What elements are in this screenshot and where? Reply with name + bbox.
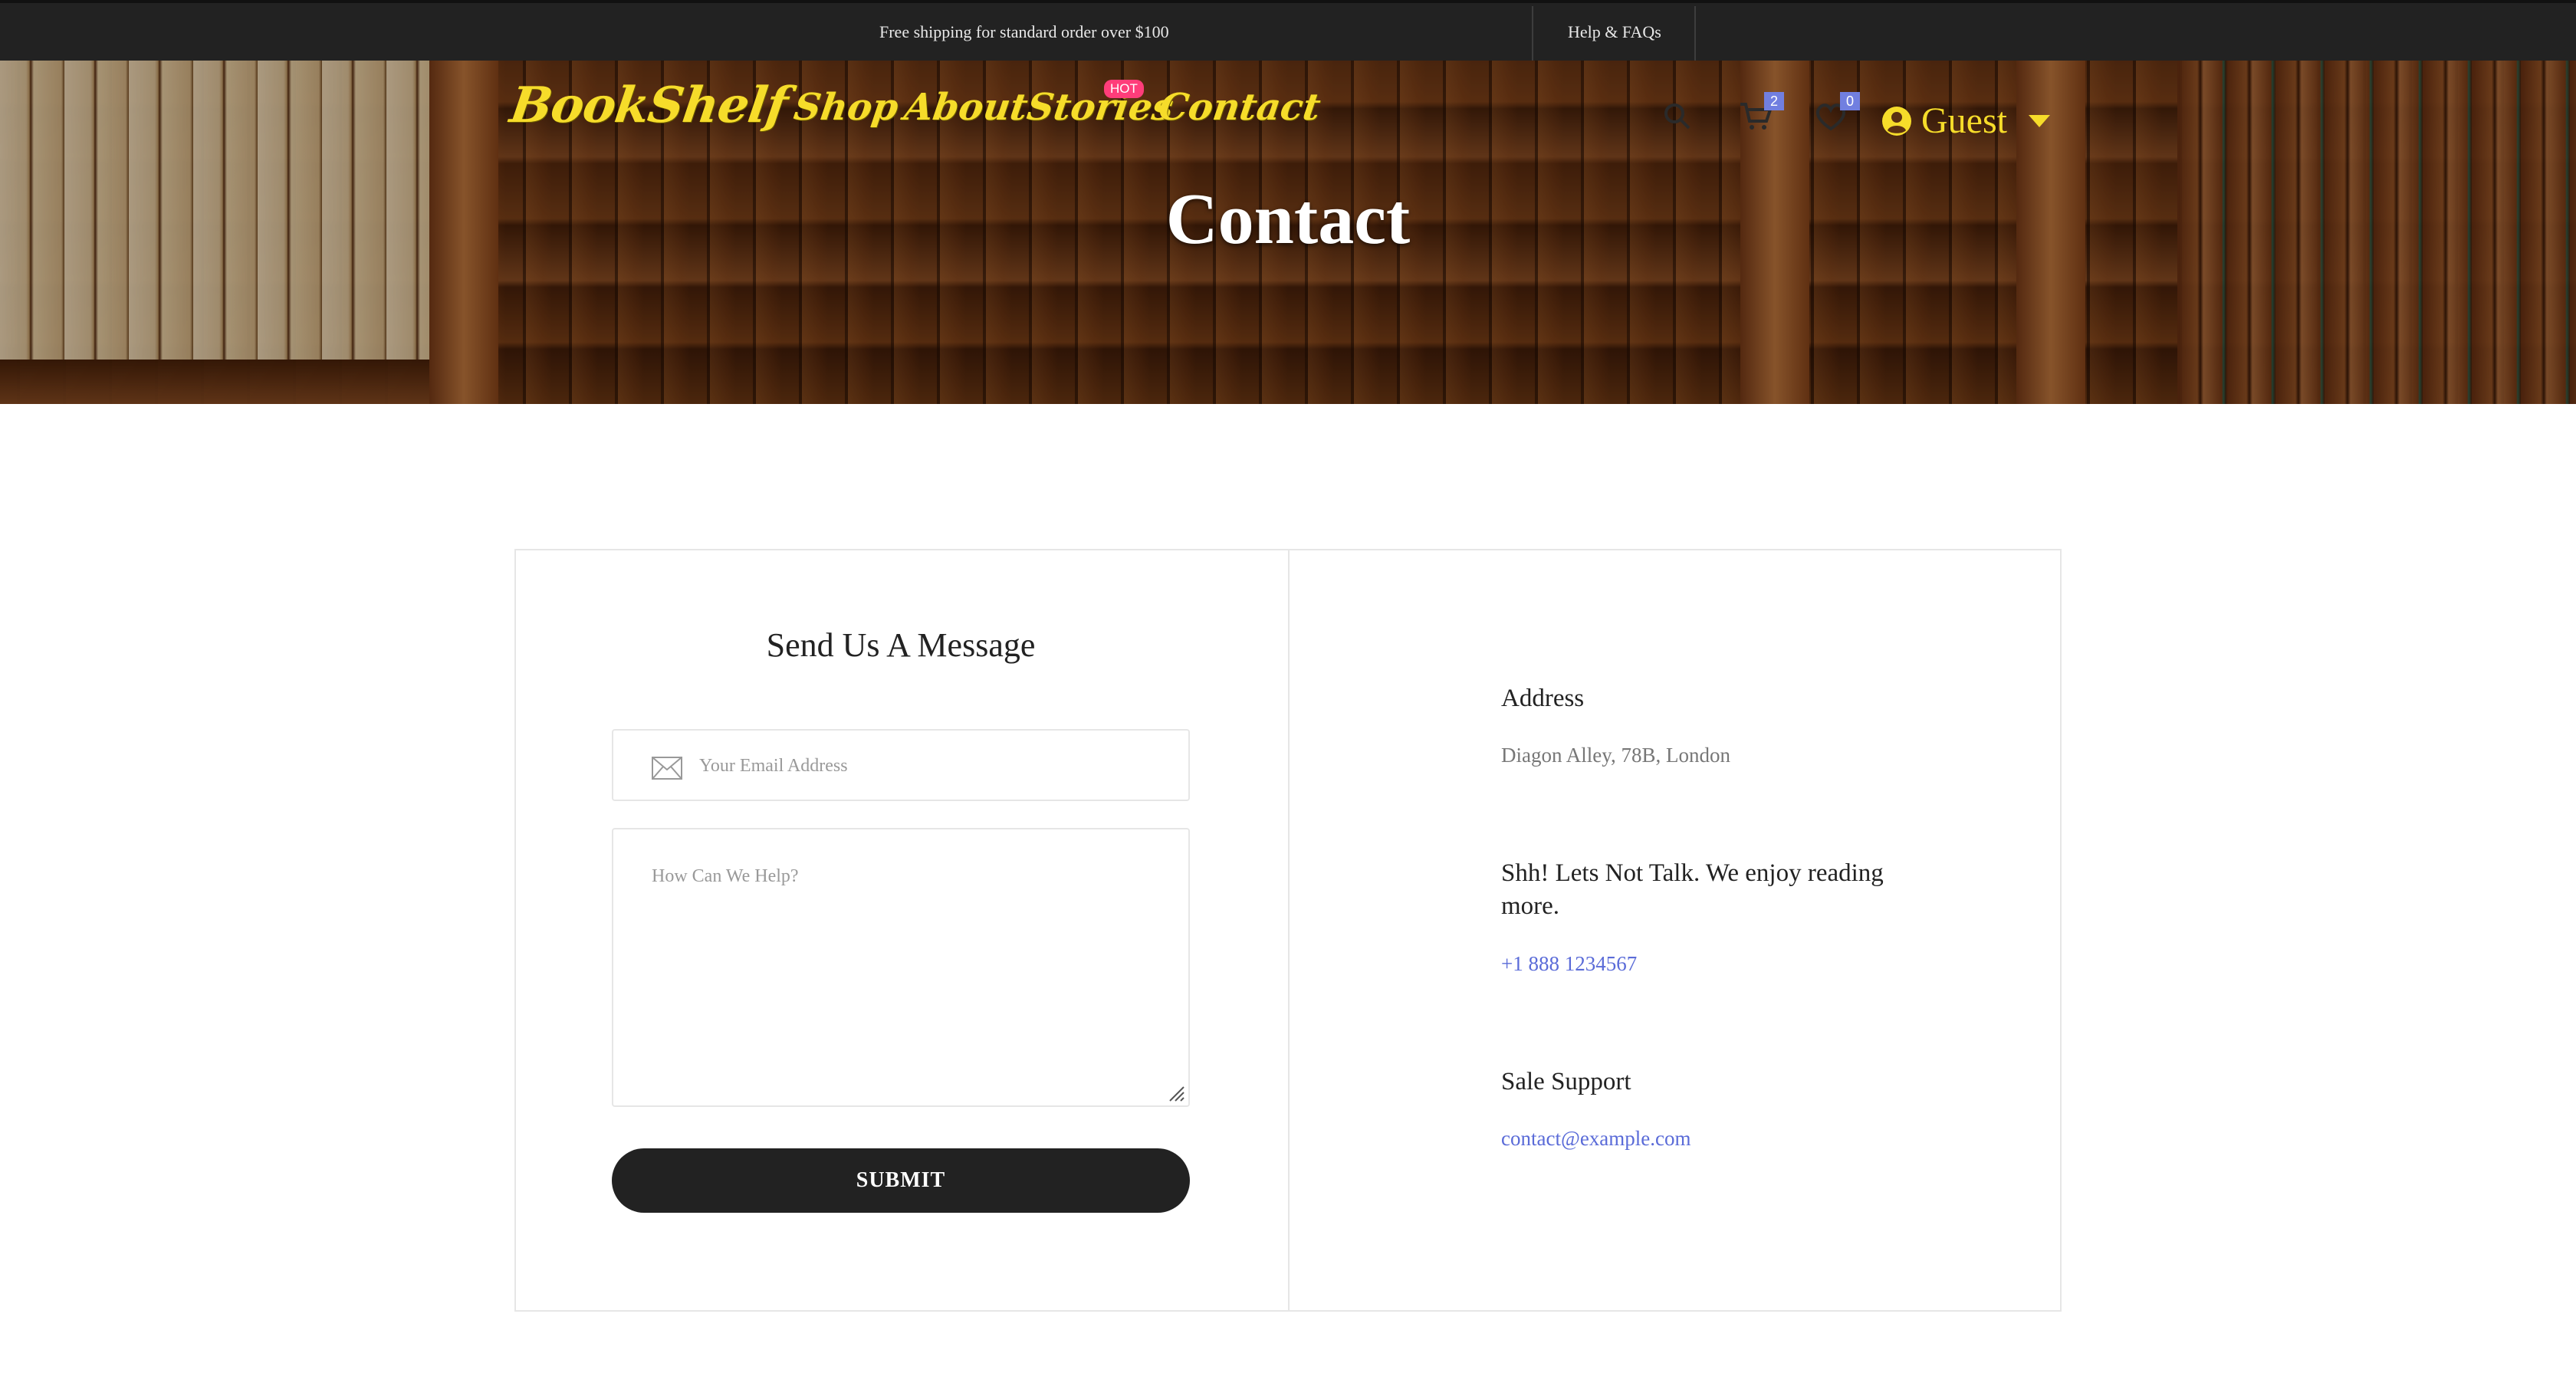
sale-support-heading: Sale Support bbox=[1501, 1068, 1631, 1095]
site-logo[interactable]: BookShelf bbox=[507, 77, 791, 134]
talk-heading: Shh! Lets Not Talk. We enjoy reading mor… bbox=[1501, 859, 1884, 920]
caret-down-icon bbox=[2028, 114, 2050, 127]
divider bbox=[1694, 6, 1696, 63]
email-input[interactable] bbox=[699, 749, 1159, 783]
divider bbox=[1532, 6, 1533, 63]
hot-badge: HOT bbox=[1104, 80, 1144, 98]
help-faqs-link[interactable]: Help & FAQs bbox=[1568, 22, 1661, 42]
envelope-icon bbox=[652, 757, 682, 780]
wishlist-count-badge: 0 bbox=[1840, 92, 1860, 110]
nav-shop[interactable]: Shop bbox=[791, 86, 901, 129]
page-title: Contact bbox=[1165, 179, 1411, 259]
form-title-text: Send Us A Message bbox=[766, 626, 1036, 664]
search-icon[interactable] bbox=[1662, 101, 1700, 140]
cart-count-badge: 2 bbox=[1764, 92, 1784, 110]
phone-link[interactable]: +1 888 1234567 bbox=[1501, 952, 1637, 976]
message-field-wrapper bbox=[612, 828, 1190, 1107]
account-label: Guest bbox=[1921, 100, 2007, 141]
support-email-link[interactable]: contact@example.com bbox=[1501, 1127, 1691, 1151]
nav-about[interactable]: About bbox=[902, 86, 1030, 129]
address-heading: Address bbox=[1501, 685, 1585, 712]
top-bar: Free shipping for standard order over $1… bbox=[0, 0, 2576, 63]
submit-button[interactable]: SUBMIT bbox=[612, 1148, 1190, 1213]
nav-contact[interactable]: Contact bbox=[1156, 86, 1323, 129]
nav-stories[interactable]: Stories bbox=[1024, 86, 1176, 129]
resize-handle-icon[interactable] bbox=[1165, 1082, 1185, 1102]
shipping-notice: Free shipping for standard order over $1… bbox=[879, 22, 1169, 41]
message-textarea[interactable] bbox=[652, 866, 1150, 1081]
address-text: Diagon Alley, 78B, London bbox=[1501, 744, 1730, 767]
account-menu[interactable]: Guest bbox=[1881, 100, 2050, 142]
user-circle-icon bbox=[1882, 106, 1911, 136]
email-field-wrapper bbox=[612, 729, 1190, 801]
